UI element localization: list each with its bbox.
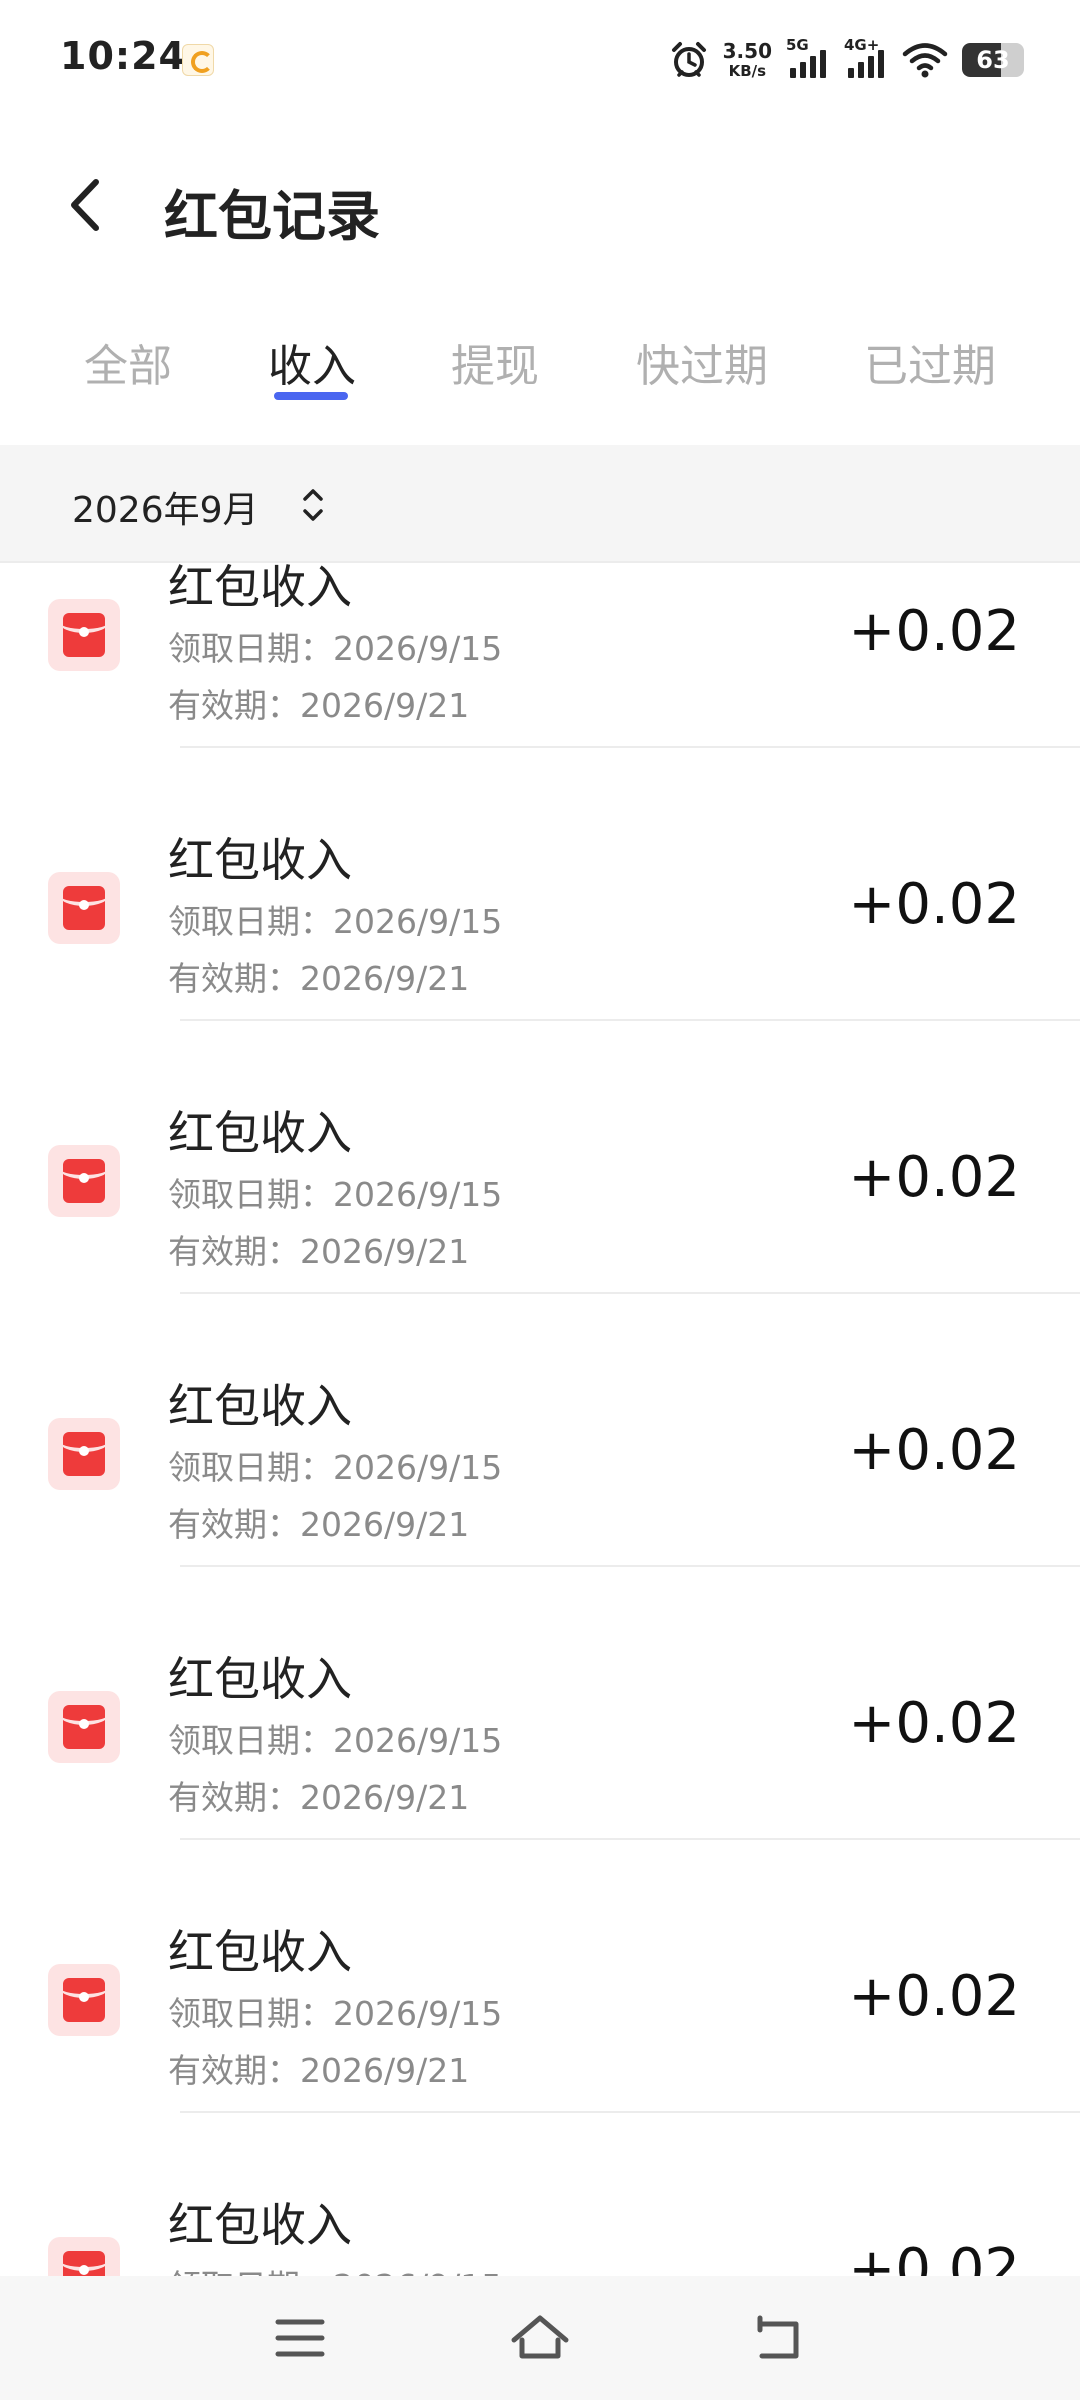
status-indicators: 3.50 KB/s 5G 4G+ 63 (669, 36, 1024, 84)
record-item[interactable]: 红包收入 领取日期：2026/9/15 有效期：2026/9/21 +0.02 (0, 748, 1080, 1021)
record-title: 红包收入 (168, 563, 352, 614)
page-title: 红包记录 (164, 185, 380, 248)
record-amount: +0.02 (848, 1145, 1020, 1210)
record-title: 红包收入 (168, 1106, 352, 1160)
record-title: 红包收入 (168, 833, 352, 887)
red-packet-icon (48, 599, 120, 671)
record-received-date: 领取日期：2026/9/15 (168, 902, 503, 941)
signal-4g-label: 4G+ (844, 36, 880, 54)
record-amount: +0.02 (848, 1418, 1020, 1483)
record-item[interactable]: 红包收入 领取日期：2026/9/15 有效期：2026/9/21 +0.02 (0, 1294, 1080, 1567)
record-received-date: 领取日期：2026/9/15 (168, 1175, 503, 1214)
battery-level: 63 (976, 46, 1010, 74)
red-packet-icon (48, 1964, 120, 2036)
record-title: 红包收入 (168, 1925, 352, 1979)
record-title: 红包收入 (168, 1379, 352, 1433)
wifi-icon (902, 43, 948, 78)
record-amount: +0.02 (848, 1964, 1020, 2029)
record-received-date: 领取日期：2026/9/15 (168, 1721, 503, 1760)
signal-4g-icon: 4G+ (844, 36, 888, 80)
active-tab-indicator (274, 392, 348, 400)
signal-5g-label: 5G (786, 36, 809, 54)
record-valid-until: 有效期：2026/9/21 (168, 1778, 470, 1817)
month-filter[interactable]: 2026年9月 (0, 445, 1080, 563)
record-valid-until: 有效期：2026/9/21 (168, 686, 470, 725)
record-amount: +0.02 (848, 872, 1020, 937)
system-navigation-bar (0, 2276, 1080, 2400)
record-valid-until: 有效期：2026/9/21 (168, 959, 470, 998)
alarm-clock-icon (671, 42, 706, 77)
record-received-date: 领取日期：2026/9/15 (168, 629, 503, 668)
network-speed-unit: KB/s (728, 62, 767, 80)
tab-withdraw[interactable]: 提现 (451, 330, 539, 404)
red-packet-icon (48, 2237, 120, 2276)
record-received-date: 领取日期：2026/9/15 (168, 1448, 503, 1487)
record-valid-until: 有效期：2026/9/21 (168, 2051, 470, 2090)
menu-icon[interactable] (260, 2298, 340, 2378)
record-received-date: 领取日期：2026/9/15 (168, 1994, 503, 2033)
chevron-left-icon[interactable] (52, 170, 122, 240)
record-received-date: 领取日期：2026/9/15 (168, 2260, 502, 2276)
record-item[interactable]: 红包收入 领取日期：2026/9/15 有效期：2026/9/21 +0.02 (0, 2113, 1080, 2276)
signal-5g-icon: 5G (786, 36, 830, 80)
record-item[interactable]: 红包收入 领取日期：2026/9/15 有效期：2026/9/21 +0.02 (0, 1021, 1080, 1294)
tab-expired[interactable]: 已过期 (864, 330, 996, 404)
status-time: 10:24 (60, 34, 186, 78)
network-speed-value: 3.50 (722, 39, 772, 63)
record-item[interactable]: 红包收入 领取日期：2026/9/15 有效期：2026/9/21 +0.02 (0, 1840, 1080, 2113)
record-title: 红包收入 (168, 2198, 352, 2252)
red-packet-icon (48, 1418, 120, 1490)
battery-indicator: 63 (962, 43, 1024, 77)
record-list-inner: 红包收入 领取日期：2026/9/15 有效期：2026/9/21 +0.02 … (0, 563, 1080, 2276)
record-amount: +0.02 (848, 1691, 1020, 1756)
tab-expiring-soon[interactable]: 快过期 (636, 330, 768, 404)
tab-all[interactable]: 全部 (84, 330, 172, 404)
record-list: 红包收入 领取日期：2026/9/15 有效期：2026/9/21 +0.02 … (0, 563, 1080, 2276)
network-speed: 3.50 KB/s (723, 41, 772, 79)
record-tabs: 全部 收入 提现 快过期 已过期 (0, 330, 1080, 430)
record-title: 红包收入 (168, 1652, 352, 1706)
record-amount: +0.02 (848, 2237, 1020, 2276)
back-icon[interactable] (740, 2298, 820, 2378)
red-packet-icon (48, 1145, 120, 1217)
browser-app-icon (182, 44, 214, 76)
status-bar: 10:24 3.50 KB/s 5G 4G+ 63 (0, 0, 1080, 118)
chevron-up-down-icon[interactable] (298, 483, 328, 527)
record-item[interactable]: 红包收入 领取日期：2026/9/15 有效期：2026/9/21 +0.02 (0, 1567, 1080, 1840)
record-valid-until: 有效期：2026/9/21 (168, 1232, 470, 1271)
page-header: 红包记录 (0, 130, 1080, 280)
record-valid-until: 有效期：2026/9/21 (168, 1505, 470, 1544)
home-icon[interactable] (500, 2298, 580, 2378)
red-packet-icon (48, 1691, 120, 1763)
record-amount: +0.02 (848, 599, 1020, 664)
red-packet-icon (48, 872, 120, 944)
month-label: 2026年9月 (72, 490, 259, 531)
record-item[interactable]: 红包收入 领取日期：2026/9/15 有效期：2026/9/21 +0.02 (0, 563, 1080, 748)
